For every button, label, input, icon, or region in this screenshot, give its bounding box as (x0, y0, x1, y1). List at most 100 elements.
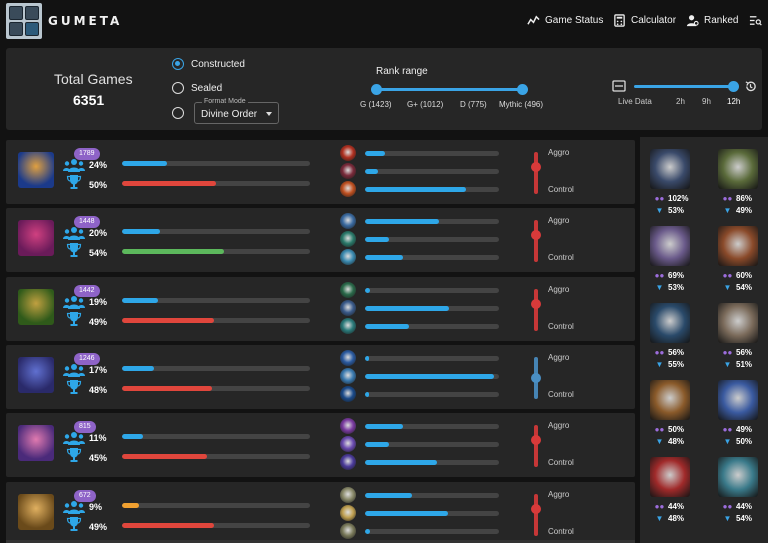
play-rate-value: 19% (89, 297, 108, 307)
aggro-label: Aggro (548, 490, 570, 499)
gumeta-logo[interactable] (6, 3, 42, 39)
sidebar-card-image[interactable] (650, 149, 690, 189)
play-rate-icon (63, 431, 85, 445)
ranked-user-icon (686, 15, 699, 27)
card-icon[interactable] (340, 454, 356, 470)
aggro-control-handle (531, 161, 541, 172)
deck-row[interactable]: 1442 19% 49% Aggro Control (6, 277, 635, 341)
deck-row[interactable]: 1246 17% 48% Aggro Control (6, 345, 635, 409)
card-icon[interactable] (340, 487, 356, 503)
card-usage-bar (365, 374, 499, 379)
card-icon[interactable] (340, 231, 356, 247)
time-label-9h[interactable]: 9h (702, 97, 711, 106)
radio-constructed[interactable] (172, 58, 184, 70)
menu-search-button[interactable] (749, 14, 762, 27)
format-mode-select[interactable]: Format Mode Divine Order (194, 98, 279, 124)
card-usage-bar (365, 356, 499, 361)
sidebar-card-win: ▼ 49% (722, 206, 752, 215)
people-icon: ●● (654, 425, 665, 434)
sidebar-card-play-value: 56% (668, 348, 685, 357)
card-icon[interactable] (340, 213, 356, 229)
time-range-track[interactable] (634, 85, 734, 88)
card-icon[interactable] (340, 181, 356, 197)
sidebar-card-image[interactable] (650, 457, 690, 497)
card-icon[interactable] (340, 505, 356, 521)
deck-avatar[interactable] (18, 289, 54, 325)
sidebar-card-win: ▼ 48% (654, 437, 684, 446)
sidebar-card-play-value: 44% (668, 502, 685, 511)
history-icon[interactable] (744, 80, 757, 93)
brand-name[interactable]: GUMETA (48, 14, 122, 28)
sidebar-card-win-value: 48% (668, 514, 685, 523)
deck-avatar[interactable] (18, 494, 54, 530)
card-icon[interactable] (340, 282, 356, 298)
card-icon[interactable] (340, 350, 356, 366)
card-icon[interactable] (340, 523, 356, 539)
card-icon[interactable] (340, 300, 356, 316)
play-rate-value: 9% (89, 502, 103, 512)
aggro-label: Aggro (548, 421, 570, 430)
control-label: Control (548, 390, 574, 399)
deck-avatar[interactable] (18, 425, 54, 461)
radio-constructed-label[interactable]: Constructed (191, 59, 245, 70)
people-icon: ●● (654, 348, 665, 357)
sidebar-card-image[interactable] (718, 226, 758, 266)
sidebar-card-image[interactable] (718, 303, 758, 343)
play-rate-bar (122, 161, 310, 166)
play-rate-icon (63, 226, 85, 240)
deck-row[interactable]: 1789 24% 50% Aggro Control (6, 140, 635, 204)
card-icon[interactable] (340, 386, 356, 402)
sidebar-card-play: ●● 102% (654, 194, 689, 203)
sidebar-card-play-value: 102% (668, 194, 689, 203)
sidebar-card-image[interactable] (718, 457, 758, 497)
deck-row[interactable]: 672 9% 49% Aggro Control (6, 482, 635, 543)
deck-avatar[interactable] (18, 152, 54, 188)
card-icon[interactable] (340, 318, 356, 334)
trophy-icon: ▼ (655, 360, 664, 369)
total-games-value: 6351 (73, 92, 105, 108)
win-rate-value: 49% (89, 317, 108, 327)
total-games-label: Total Games (54, 71, 133, 87)
card-usage-bar (365, 460, 499, 465)
sidebar-card-win-value: 53% (668, 283, 685, 292)
card-icon[interactable] (340, 418, 356, 434)
radio-sealed[interactable] (172, 82, 184, 94)
card-icon[interactable] (340, 368, 356, 384)
top-bar: GUMETA Game Status Calculator Ranked (0, 0, 768, 42)
card-icon[interactable] (340, 145, 356, 161)
card-usage-bar (365, 151, 499, 156)
radio-sealed-label[interactable]: Sealed (191, 83, 222, 94)
nav-calculator-label: Calculator (631, 15, 677, 26)
format-mode-value: Divine Order (201, 109, 258, 120)
deck-row[interactable]: 815 11% 45% Aggro Control (6, 413, 635, 477)
rank-range-max-handle[interactable] (517, 84, 528, 95)
sidebar-card-image[interactable] (650, 380, 690, 420)
card-icon[interactable] (340, 249, 356, 265)
sidebar-card-image[interactable] (718, 380, 758, 420)
sidebar-card-image[interactable] (718, 149, 758, 189)
time-label-2h[interactable]: 2h (676, 97, 685, 106)
aggro-label: Aggro (548, 216, 570, 225)
nav-ranked[interactable]: Ranked (686, 14, 738, 27)
sidebar-card-play-value: 49% (736, 425, 753, 434)
nav-calculator[interactable]: Calculator (613, 14, 676, 27)
deck-avatar[interactable] (18, 220, 54, 256)
sidebar-card-image[interactable] (650, 226, 690, 266)
win-rate-value: 48% (89, 385, 108, 395)
win-rate-bar (122, 454, 310, 459)
radio-format-mode[interactable] (172, 107, 184, 119)
win-rate-value: 50% (89, 180, 108, 190)
card-icon[interactable] (340, 163, 356, 179)
nav-game-status[interactable]: Game Status (527, 14, 603, 27)
time-label-live[interactable]: Live Data (618, 97, 652, 106)
time-range-handle[interactable] (728, 81, 739, 92)
card-icon[interactable] (340, 436, 356, 452)
rank-range-track[interactable] (376, 88, 523, 91)
rank-range-min-handle[interactable] (371, 84, 382, 95)
sidebar-card-image[interactable] (650, 303, 690, 343)
card-usage-bar (365, 424, 499, 429)
deck-row[interactable]: 1448 20% 54% Aggro Control (6, 208, 635, 272)
sidebar-card-play-value: 44% (736, 502, 753, 511)
time-label-12h[interactable]: 12h (727, 97, 740, 106)
deck-avatar[interactable] (18, 357, 54, 393)
